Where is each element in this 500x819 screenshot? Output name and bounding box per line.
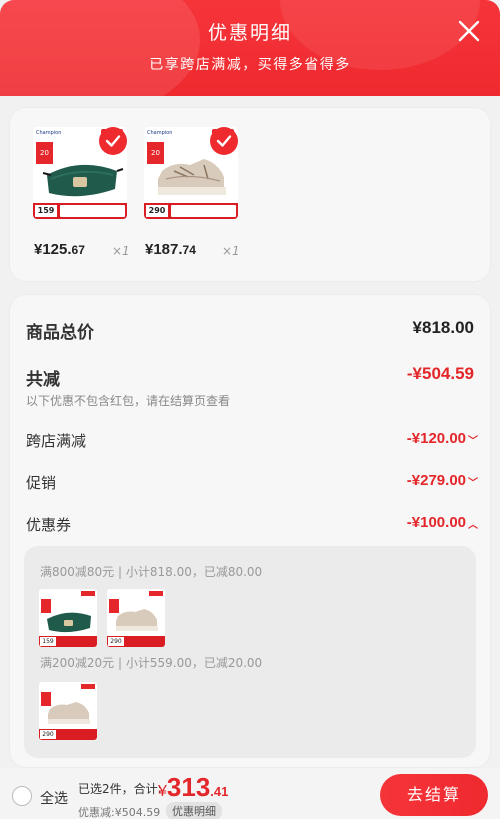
tag-price: 290 (40, 730, 56, 739)
coupon-rule: 满800减80元 | 小计818.00，已减80.00 (40, 565, 263, 579)
page-title: 优惠明细 (207, 22, 292, 44)
total-decimal: .41 (210, 784, 229, 799)
discount-value: -¥279.00 (406, 472, 466, 489)
discount-label-coupon: 优惠券 (26, 516, 72, 534)
total-price-label: 商品总价 (26, 323, 94, 343)
tag-price: 290 (146, 205, 168, 217)
close-icon (458, 20, 480, 42)
price-detail (171, 205, 236, 217)
discount-detail-link[interactable]: 优惠明细 (166, 802, 222, 819)
price-bar: 290 (107, 636, 165, 647)
price-decimal: 74 (182, 243, 196, 257)
discount-note: 以下优惠不包含红包，请在结算页查看 (26, 394, 231, 408)
discount-row-promotion[interactable]: -¥279.00 ﹀ (407, 472, 478, 489)
close-button[interactable] (456, 18, 482, 44)
check-icon (105, 135, 121, 147)
coupon-rule: 满200减20元 | 小计559.00，已减20.00 (40, 656, 263, 670)
select-all-radio[interactable] (12, 786, 32, 806)
discount-value: -¥100.00 (406, 514, 466, 531)
discount-row-coupon[interactable]: -¥100.00 ︿ (407, 514, 478, 531)
total-integer: 313 (166, 772, 211, 802)
coupon-product-thumbnail: 290 (39, 682, 97, 740)
product-thumbnail[interactable]: Champion 20 159 (33, 127, 127, 219)
selected-check (210, 127, 238, 155)
price-bar: 290 (39, 729, 97, 740)
price-bar: 290 (144, 203, 238, 219)
page-subtitle: 已享跨店满减，买得多省得多 (149, 57, 351, 73)
product-price: ¥125.67 (34, 241, 85, 258)
order-total: ¥313.41 (158, 772, 228, 803)
total-price-value: ¥818.00 (412, 318, 474, 337)
header-decoration (0, 0, 200, 96)
product-thumbnail[interactable]: Champion 20 290 (144, 127, 238, 219)
discount-row-cross-store[interactable]: -¥120.00 ﹀ (407, 430, 478, 447)
total-reduced-value: -¥504.59 (406, 364, 474, 383)
price-integer: ¥125. (34, 241, 72, 258)
price-bar: 159 (33, 203, 127, 219)
discount-label-cross-store: 跨店满减 (26, 432, 87, 450)
coupon-product-thumbnail: 159 (39, 589, 97, 647)
chevron-up-icon: ︿ (468, 519, 478, 531)
total-currency: ¥ (158, 783, 167, 800)
coupon-product-thumbnail: 290 (107, 589, 165, 647)
discount-label-promotion: 促销 (26, 474, 57, 492)
select-all-label[interactable]: 全选 (40, 788, 68, 808)
price-decimal: 67 (71, 243, 85, 257)
check-icon (216, 135, 232, 147)
product-quantity: ×1 (222, 244, 240, 258)
discount-value: -¥120.00 (406, 430, 466, 447)
chevron-down-icon: ﹀ (468, 435, 478, 447)
chevron-down-icon: ﹀ (468, 477, 478, 489)
reduced-amount: 优惠减:¥504.59 (78, 806, 161, 819)
tag-price: 159 (35, 205, 57, 217)
tag-price: 290 (108, 637, 124, 646)
product-price: ¥187.74 (145, 241, 196, 258)
selected-check (99, 127, 127, 155)
selected-summary: 已选2件，合计: (78, 782, 162, 796)
total-reduced-label: 共减 (26, 370, 60, 390)
price-detail (60, 205, 125, 217)
price-bar: 159 (39, 636, 97, 647)
product-quantity: ×1 (112, 244, 130, 258)
tag-price: 159 (40, 637, 56, 646)
price-integer: ¥187. (145, 241, 183, 258)
header: 优惠明细 已享跨店满减，买得多省得多 (0, 0, 500, 96)
checkout-button[interactable]: 去结算 (380, 774, 488, 816)
checkout-bar: 全选 已选2件，合计: ¥313.41 优惠减:¥504.59 优惠明细 去结算 (0, 768, 500, 819)
